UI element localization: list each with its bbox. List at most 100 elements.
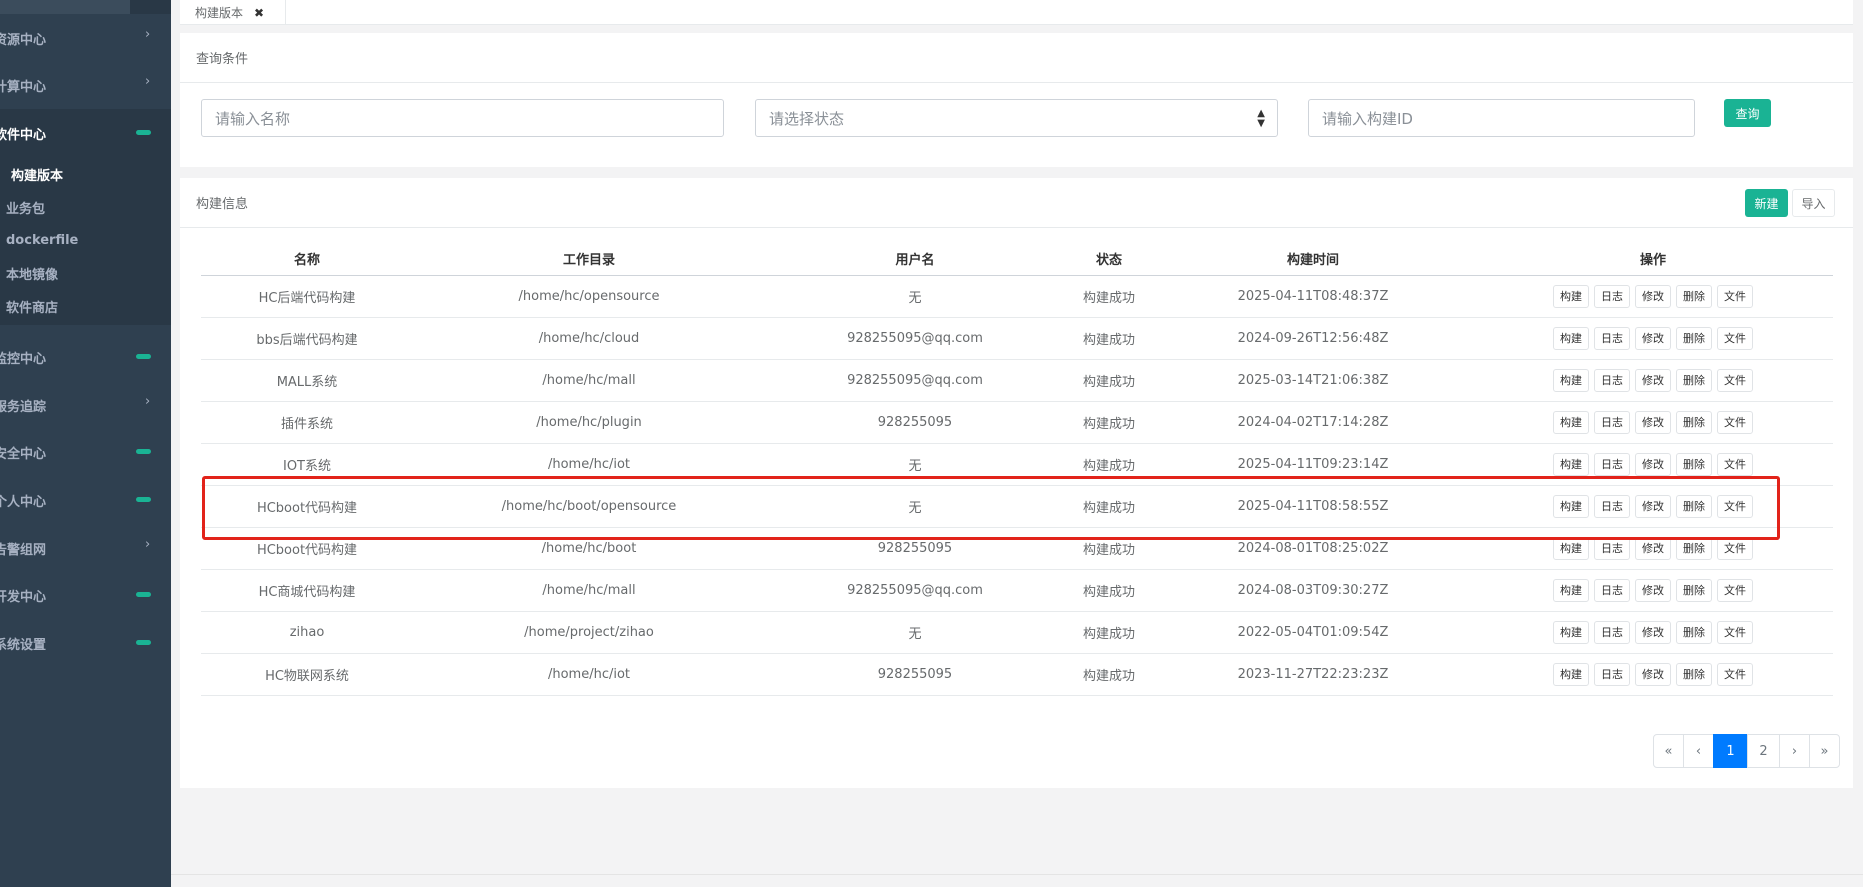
cell-username: 无	[765, 443, 1065, 486]
first-page-button[interactable]: «	[1653, 734, 1684, 768]
delete-button[interactable]: 删除	[1676, 578, 1712, 602]
build-button[interactable]: 构建	[1553, 578, 1589, 602]
edit-button[interactable]: 修改	[1635, 620, 1671, 644]
sidebar-item-settings[interactable]: 系统设置	[0, 619, 171, 667]
sidebar-item-personal[interactable]: 个人中心	[0, 476, 171, 524]
sidebar-item-trace[interactable]: 服务追踪 ›	[0, 381, 171, 429]
sidebar-item-software[interactable]: 软件中心	[0, 109, 171, 157]
delete-button[interactable]: 删除	[1676, 326, 1712, 350]
cell-build-time: 2024-04-02T17:14:28Z	[1153, 401, 1473, 444]
search-button[interactable]: 查询	[1724, 99, 1771, 127]
delete-button[interactable]: 删除	[1676, 368, 1712, 392]
submenu-item-business-package[interactable]: 业务包	[0, 191, 171, 224]
edit-button[interactable]: 修改	[1635, 662, 1671, 686]
delete-button[interactable]: 删除	[1676, 494, 1712, 518]
build-info-panel-title: 构建信息	[180, 178, 1853, 228]
edit-button[interactable]: 修改	[1635, 326, 1671, 350]
build-button[interactable]: 构建	[1553, 662, 1589, 686]
edit-button[interactable]: 修改	[1635, 410, 1671, 434]
build-button[interactable]: 构建	[1553, 368, 1589, 392]
file-button[interactable]: 文件	[1717, 494, 1753, 518]
cell-username: 无	[765, 275, 1065, 318]
file-button[interactable]: 文件	[1717, 326, 1753, 350]
page-1-button[interactable]: 1	[1713, 734, 1748, 768]
sidebar-item-security[interactable]: 安全中心	[0, 428, 171, 476]
log-button[interactable]: 日志	[1594, 662, 1630, 686]
submenu-item-local-image[interactable]: 本地镜像	[0, 257, 171, 290]
log-button[interactable]: 日志	[1594, 536, 1630, 560]
edit-button[interactable]: 修改	[1635, 284, 1671, 308]
file-button[interactable]: 文件	[1717, 368, 1753, 392]
row-action-group: 构建 日志 修改 删除 文件	[1473, 326, 1833, 350]
edit-button[interactable]: 修改	[1635, 452, 1671, 476]
log-button[interactable]: 日志	[1594, 284, 1630, 308]
cell-build-time: 2024-08-01T08:25:02Z	[1153, 527, 1473, 570]
edit-button[interactable]: 修改	[1635, 536, 1671, 560]
log-button[interactable]: 日志	[1594, 410, 1630, 434]
page-2-button[interactable]: 2	[1747, 734, 1780, 768]
cell-name: zihao	[201, 611, 413, 654]
submenu-item-software-store[interactable]: 软件商店	[0, 290, 171, 323]
edit-button[interactable]: 修改	[1635, 368, 1671, 392]
chevron-right-icon: ›	[145, 27, 151, 42]
close-icon[interactable]: ✖	[254, 6, 264, 20]
tab-build-version[interactable]: 构建版本 ✖	[182, 0, 286, 25]
cell-username: 无	[765, 611, 1065, 654]
edit-button[interactable]: 修改	[1635, 578, 1671, 602]
build-button[interactable]: 构建	[1553, 410, 1589, 434]
build-button[interactable]: 构建	[1553, 536, 1589, 560]
delete-button[interactable]: 删除	[1676, 452, 1712, 476]
sidebar-item-alarm[interactable]: 告警组网 ›	[0, 524, 171, 572]
delete-button[interactable]: 删除	[1676, 410, 1712, 434]
edit-button[interactable]: 修改	[1635, 494, 1671, 518]
table-row: MALL系统/home/hc/mall 928255095@qq.com 构建成功 2…	[201, 359, 1833, 402]
build-button[interactable]: 构建	[1553, 284, 1589, 308]
cell-build-time: 2024-09-26T12:56:48Z	[1153, 317, 1473, 360]
build-button[interactable]: 构建	[1553, 326, 1589, 350]
delete-button[interactable]: 删除	[1676, 284, 1712, 308]
query-panel-title: 查询条件	[180, 33, 1853, 83]
log-button[interactable]: 日志	[1594, 620, 1630, 644]
sidebar-item-compute[interactable]: 计算中心 ›	[0, 61, 171, 109]
cell-status: 构建成功	[1065, 401, 1153, 444]
log-button[interactable]: 日志	[1594, 452, 1630, 476]
build-button[interactable]: 构建	[1553, 494, 1589, 518]
log-button[interactable]: 日志	[1594, 578, 1630, 602]
file-button[interactable]: 文件	[1717, 620, 1753, 644]
build-id-search-input[interactable]: 请输入构建ID	[1308, 99, 1695, 137]
sidebar-item-label: 安全中心	[0, 446, 47, 462]
log-button[interactable]: 日志	[1594, 494, 1630, 518]
new-button[interactable]: 新建	[1745, 189, 1788, 217]
file-button[interactable]: 文件	[1717, 284, 1753, 308]
status-select-placeholder: 请选择状态	[769, 109, 845, 128]
file-button[interactable]: 文件	[1717, 536, 1753, 560]
build-table: 名称 工作目录 用户名 状态 构建时间 操作 HC后端代码构建/home/hc/…	[201, 242, 1833, 696]
delete-button[interactable]: 删除	[1676, 662, 1712, 686]
file-button[interactable]: 文件	[1717, 410, 1753, 434]
submenu-item-dockerfile[interactable]: dockerfile	[0, 224, 171, 257]
table-row: HC后端代码构建/home/hc/opensource 无构建成功 2025-04-…	[201, 275, 1833, 318]
log-button[interactable]: 日志	[1594, 368, 1630, 392]
log-button[interactable]: 日志	[1594, 326, 1630, 350]
file-button[interactable]: 文件	[1717, 452, 1753, 476]
sidebar-item-develop[interactable]: 开发中心	[0, 571, 171, 619]
select-arrows-icon: ▲ ▼	[1257, 108, 1265, 129]
name-search-input[interactable]: 请输入名称	[201, 99, 724, 137]
cell-name: HCboot代码构建	[201, 485, 413, 528]
build-button[interactable]: 构建	[1553, 452, 1589, 476]
status-pill-icon	[136, 592, 151, 597]
submenu-item-build-version[interactable]: 构建版本	[0, 158, 171, 191]
import-button[interactable]: 导入	[1792, 189, 1835, 217]
build-button[interactable]: 构建	[1553, 620, 1589, 644]
file-button[interactable]: 文件	[1717, 578, 1753, 602]
next-page-button[interactable]: ›	[1779, 734, 1810, 768]
sidebar-item-resource[interactable]: 资源中心 ›	[0, 14, 171, 62]
last-page-button[interactable]: »	[1809, 734, 1840, 768]
delete-button[interactable]: 删除	[1676, 620, 1712, 644]
row-action-group: 构建 日志 修改 删除 文件	[1473, 494, 1833, 518]
delete-button[interactable]: 删除	[1676, 536, 1712, 560]
file-button[interactable]: 文件	[1717, 662, 1753, 686]
prev-page-button[interactable]: ‹	[1683, 734, 1714, 768]
status-select[interactable]: 请选择状态 ▲ ▼	[755, 99, 1278, 137]
sidebar-item-monitor[interactable]: 监控中心	[0, 333, 171, 381]
